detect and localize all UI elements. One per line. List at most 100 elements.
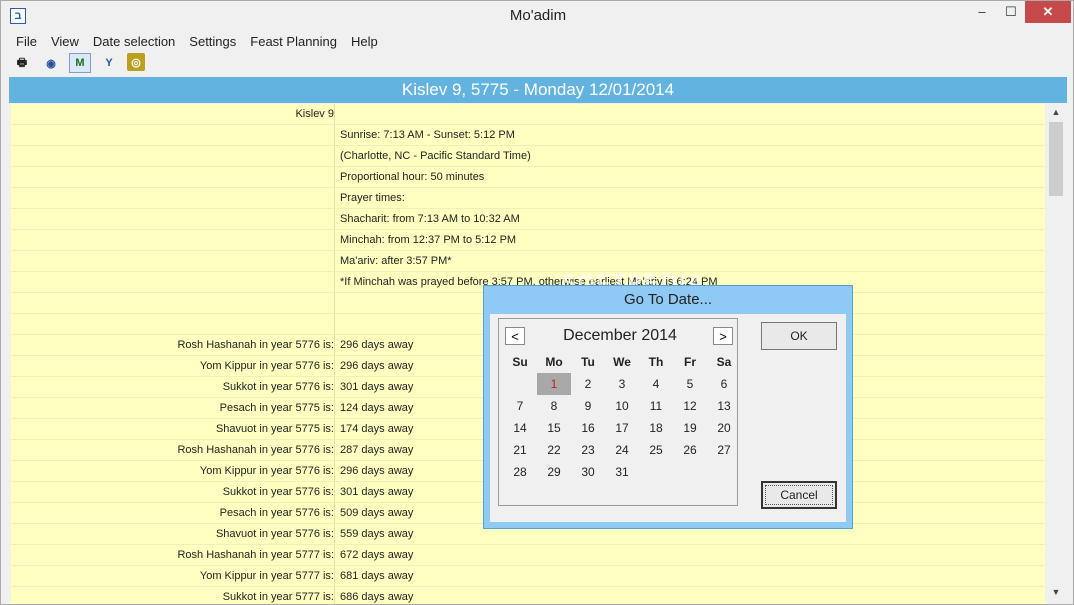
row-label: Shavuot in year 5776 is:: [11, 524, 335, 544]
row-label: Yom Kippur in year 5777 is:: [11, 566, 335, 586]
calendar-week: 123456: [503, 373, 741, 395]
prev-month-button[interactable]: <: [505, 327, 525, 345]
weekday-label: Fr: [684, 355, 696, 369]
row-label: [11, 293, 335, 313]
month-view-icon[interactable]: M: [69, 53, 91, 73]
calendar-day[interactable]: 26: [673, 439, 707, 461]
scroll-up-icon[interactable]: ▲: [1047, 104, 1065, 120]
month-calendar: < December 2014 > Su Mo Tu We Th Fr Sa 1 2 3 4 5 6 7 8…: [498, 318, 738, 506]
year-view-icon[interactable]: Y: [98, 53, 120, 73]
list-row: Sukkot in year 5777 is: 686 days away: [11, 587, 1045, 604]
calendar-day[interactable]: 7: [503, 395, 537, 417]
calendar-day[interactable]: 18: [639, 417, 673, 439]
print-icon[interactable]: 🖶: [11, 53, 33, 73]
app-window: ב Mo'adim – ☐ ✕ File View Date selection…: [0, 0, 1074, 605]
calendar-day[interactable]: 5: [673, 373, 707, 395]
calendar-day[interactable]: 27: [707, 439, 741, 461]
row-value: 301 days away: [340, 486, 414, 498]
weekday-label: Sa: [716, 355, 732, 369]
row-label: [11, 272, 335, 292]
ok-button[interactable]: OK: [761, 322, 837, 350]
calendar-day[interactable]: 10: [605, 395, 639, 417]
calendar-day[interactable]: 14: [503, 417, 537, 439]
row-label: Shavuot in year 5775 is:: [11, 419, 335, 439]
menu-settings[interactable]: Settings: [182, 32, 243, 52]
close-button[interactable]: ✕: [1025, 1, 1071, 23]
go-to-date-dialog: Go To Date... < December 2014 > Su Mo Tu We…: [483, 285, 853, 529]
list-row: Minchah: from 12:37 PM to 5:12 PM: [11, 230, 1045, 251]
calendar-day[interactable]: 25: [639, 439, 673, 461]
calendar-day[interactable]: 15: [537, 417, 571, 439]
row-label: Rosh Hashanah in year 5777 is:: [11, 545, 335, 565]
calendar-month-label[interactable]: December 2014: [529, 327, 711, 345]
calendar-day[interactable]: 2: [571, 373, 605, 395]
calendar-day[interactable]: 31: [605, 461, 639, 483]
calendar-day[interactable]: 8: [537, 395, 571, 417]
calendar-day[interactable]: 19: [673, 417, 707, 439]
calendar-week: 14 15 16 17 18 19 20: [503, 417, 741, 439]
calendar-day[interactable]: 22: [537, 439, 571, 461]
row-label: [11, 209, 335, 229]
calendar-day-selected[interactable]: 1: [537, 373, 571, 395]
calendar-day[interactable]: 30: [571, 461, 605, 483]
list-row: Kislev 9: [11, 104, 1045, 125]
row-value: Minchah: from 12:37 PM to 5:12 PM: [340, 234, 517, 246]
calendar-day[interactable]: 12: [673, 395, 707, 417]
row-label: Pesach in year 5776 is:: [11, 503, 335, 523]
calendar-day[interactable]: 20: [707, 417, 741, 439]
weekday-label: Th: [648, 355, 664, 369]
cancel-button[interactable]: Cancel: [761, 481, 837, 509]
row-label: [11, 230, 335, 250]
list-row: Shacharit: from 7:13 AM to 10:32 AM: [11, 209, 1045, 230]
row-value: Ma'ariv: after 3:57 PM*: [340, 255, 452, 267]
menu-feast-planning[interactable]: Feast Planning: [243, 32, 344, 52]
go-to-date-icon[interactable]: ◎: [127, 53, 145, 71]
window-title: Mo'adim: [509, 7, 567, 24]
weekday-label: Su: [512, 355, 528, 369]
calendar-day[interactable]: 28: [503, 461, 537, 483]
row-value: 686 days away: [340, 591, 414, 603]
calendar-day[interactable]: 23: [571, 439, 605, 461]
dialog-body: < December 2014 > Su Mo Tu We Th Fr Sa 1 2 3 4 5 6 7 8…: [490, 314, 846, 522]
calendar-day[interactable]: 3: [605, 373, 639, 395]
row-label: Rosh Hashanah in year 5776 is:: [11, 335, 335, 355]
calendar-day[interactable]: 29: [537, 461, 571, 483]
row-value: 672 days away: [340, 549, 414, 561]
calendar-day[interactable]: 13: [707, 395, 741, 417]
row-value: [335, 104, 340, 124]
row-value: [335, 293, 340, 313]
row-value: 296 days away: [340, 465, 414, 477]
calendar-day[interactable]: 6: [707, 373, 741, 395]
calendar-day[interactable]: 4: [639, 373, 673, 395]
calendar-week: 7 8 9 10 11 12 13: [503, 395, 741, 417]
row-value: Sunrise: 7:13 AM - Sunset: 5:12 PM: [340, 129, 515, 141]
scroll-down-icon[interactable]: ▼: [1047, 584, 1065, 600]
row-label: Yom Kippur in year 5776 is:: [11, 461, 335, 481]
list-row: Sunrise: 7:13 AM - Sunset: 5:12 PM: [11, 125, 1045, 146]
calendar-day[interactable]: 11: [639, 395, 673, 417]
list-row: (Charlotte, NC - Pacific Standard Time): [11, 146, 1045, 167]
calendar-view-icon[interactable]: ◉: [40, 53, 62, 73]
calendar-day[interactable]: 9: [571, 395, 605, 417]
minimize-button[interactable]: –: [967, 1, 997, 23]
menu-help[interactable]: Help: [344, 32, 385, 52]
maximize-button[interactable]: ☐: [997, 1, 1025, 23]
next-month-button[interactable]: >: [713, 327, 733, 345]
menu-file[interactable]: File: [9, 32, 44, 52]
weekday-label: Tu: [581, 355, 595, 369]
row-value: 296 days away: [340, 360, 414, 372]
calendar-day[interactable]: 21: [503, 439, 537, 461]
calendar-week: 28 29 30 31: [503, 461, 741, 483]
row-value: Proportional hour: 50 minutes: [340, 171, 485, 183]
menu-view[interactable]: View: [44, 32, 86, 52]
vertical-scrollbar[interactable]: ▲ ▼: [1047, 104, 1065, 600]
calendar-day[interactable]: 17: [605, 417, 639, 439]
menu-date-selection[interactable]: Date selection: [86, 32, 182, 52]
calendar-day[interactable]: 24: [605, 439, 639, 461]
row-label: Sukkot in year 5777 is:: [11, 587, 335, 604]
row-label: [11, 125, 335, 145]
scroll-thumb[interactable]: [1049, 122, 1063, 196]
row-value: 287 days away: [340, 444, 414, 456]
row-value: 559 days away: [340, 528, 414, 540]
calendar-day[interactable]: 16: [571, 417, 605, 439]
